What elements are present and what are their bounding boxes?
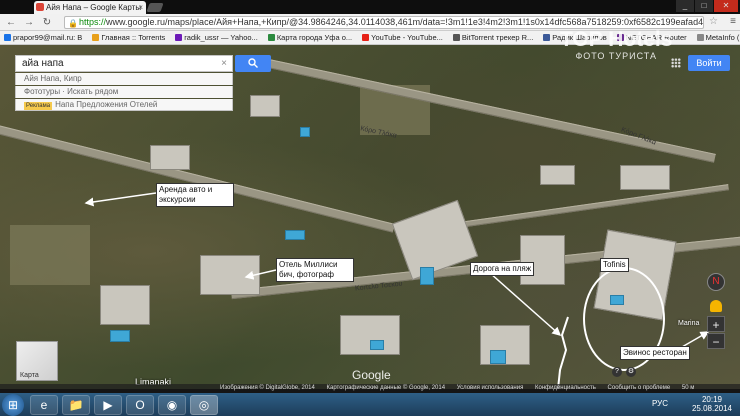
suggestion-text: Фототуры · Искать рядом [24,87,119,96]
browser-menu-icon[interactable]: ≡ [730,16,736,27]
bookmark-label: Карта города Уфа о... [276,32,353,42]
privacy-link[interactable]: Конфиденциальность [535,385,596,391]
language-indicator[interactable]: РУС [652,399,668,408]
bookmark-label: prapor99@mail.ru: В [13,32,83,42]
system-clock[interactable]: 20:19 25.08.2014 [692,395,732,413]
bookmark-favicon-icon [543,34,551,41]
maximize-button[interactable]: □ [695,0,713,12]
callout-beach-road: Дорога на пляж [470,262,535,276]
pegman-icon[interactable] [710,300,722,312]
search-query: айа напа [22,58,64,69]
close-window-button[interactable]: ✕ [714,0,738,12]
forward-icon[interactable]: → [22,16,36,29]
start-button[interactable]: ⊞ [2,394,24,416]
media-taskbar-icon[interactable]: ▶ [94,395,122,415]
bookmark-favicon-icon [362,34,370,41]
map-search-input[interactable]: айа напа × [15,55,233,72]
help-icon[interactable]: ? [612,367,622,377]
bookmark-item[interactable]: MetaInfo (Ex divi)... [696,31,740,44]
chrome-taskbar-icon[interactable]: ◉ [158,395,186,415]
scale-label: 50 м [681,385,695,391]
report-problem-link[interactable]: Сообщить о проблеме [608,385,671,391]
bookmark-item[interactable]: prapor99@mail.ru: В [4,31,82,44]
bookmark-label: MetaInfo (Ex divi)... [705,32,740,42]
bookmark-item[interactable]: Карта города Уфа о... [267,31,353,44]
tophotels-watermark: TOP Hotels ФОТО ТУРИСТА [560,28,673,62]
bookmark-label: radik_ussr — Yahoo... [184,32,258,42]
search-button[interactable] [235,55,271,72]
tab-strip: Айя Напа – Google Карты × _ □ ✕ [0,0,740,14]
minimize-button[interactable]: _ [676,0,694,12]
google-logo: Google [352,368,391,382]
lock-icon: 🔒 [68,19,78,28]
url-scheme: https:// [79,17,107,27]
apps-grid-icon[interactable] [671,58,681,68]
bookmark-star-icon[interactable]: ☆ [709,16,718,27]
beach-path-line [557,316,569,389]
callout-hotel: Отель Миллиси бич, фотограф [276,258,354,282]
arrow-car-rental [84,192,157,207]
suggestion-text: Напа Предложения Отелей [55,100,158,109]
callout-restaurant: Эвинос ресторан [620,346,690,360]
bookmark-favicon-icon [4,34,11,41]
clock-date: 25.08.2014 [691,404,732,413]
window-controls: _ □ ✕ [676,0,738,14]
url-text: www.google.ru/maps/place/Айя+Напа,+Кипр/… [106,17,704,27]
bookmark-favicon-icon [452,34,460,41]
bookmark-label: Главная :: Torrents [101,32,166,42]
tab-title: Айя Напа – Google Карты [46,3,142,12]
bookmark-label: BitTorrent трекер R... [461,32,534,42]
zoom-out-button[interactable]: − [707,333,725,349]
map-data-credit: Картографические данные © Google, 2014 [326,385,446,391]
bookmark-item[interactable]: BitTorrent трекер R... [452,31,534,44]
signin-button[interactable]: Войти [688,55,730,71]
windows-taskbar: ⊞ e 📁 ▶ O ◉ ◎ РУС 20:19 25.08.2014 [0,393,740,416]
arrow-beach-road [489,272,562,336]
suggestion-item[interactable]: Айя Напа, Кипр [15,73,233,85]
bookmark-label: YouTube - YouTube... [371,32,443,42]
terms-link[interactable]: Условия использования [457,385,524,391]
map-bottom-icons: ? ⚙ [612,367,636,377]
callout-tofinis: Tofinis [600,258,629,272]
bookmark-favicon-icon [696,34,704,41]
bookmark-item[interactable]: Главная :: Torrents [92,31,165,44]
arrow-hotel [244,269,277,280]
map-footer: Изображения © DigitalGlobe, 2014 Картогр… [0,384,740,393]
map-type-label: Карта [20,372,39,379]
maps-favicon-icon [36,3,44,11]
ie-taskbar-icon[interactable]: e [30,395,58,415]
bookmark-item[interactable]: YouTube - YouTube... [362,31,443,44]
back-icon[interactable]: ← [4,16,18,29]
callout-car-rental: Аренда авто и экскурсии [156,183,234,207]
settings-icon[interactable]: ⚙ [626,367,636,377]
suggestion-text: Айя Напа, Кипр [24,74,82,83]
explorer-taskbar-icon[interactable]: 📁 [62,395,90,415]
bookmark-favicon-icon [175,34,183,41]
reload-icon[interactable]: ↻ [40,16,54,29]
new-tab-button[interactable] [146,3,164,12]
watermark-subtitle: ФОТО ТУРИСТА [575,51,657,61]
opera-taskbar-icon[interactable]: O [126,395,154,415]
tab-google-maps[interactable]: Айя Напа – Google Карты × [34,1,146,14]
tab-close-icon[interactable]: × [138,1,143,14]
imagery-credit: Изображения © DigitalGlobe, 2014 [220,385,315,391]
compass-icon[interactable]: N [707,273,725,291]
bookmark-favicon-icon [92,34,100,41]
zoom-in-button[interactable]: + [707,316,725,332]
watermark-title: TOP Hotels [560,28,673,51]
clear-search-icon[interactable]: × [221,56,227,71]
ad-badge: Реклама [24,102,53,110]
bookmark-item[interactable]: radik_ussr — Yahoo... [175,31,258,44]
chrome-active-taskbar-icon[interactable]: ◎ [190,395,218,415]
arrow-restaurant [681,331,710,348]
search-icon [248,58,258,69]
suggestion-ad-item[interactable]: Реклама Напа Предложения Отелей [15,99,233,111]
bookmark-favicon-icon [267,34,275,41]
clock-time: 20:19 [701,395,722,404]
suggestion-item[interactable]: Фототуры · Искать рядом [15,86,233,98]
map-type-toggle[interactable]: Карта [16,341,58,381]
